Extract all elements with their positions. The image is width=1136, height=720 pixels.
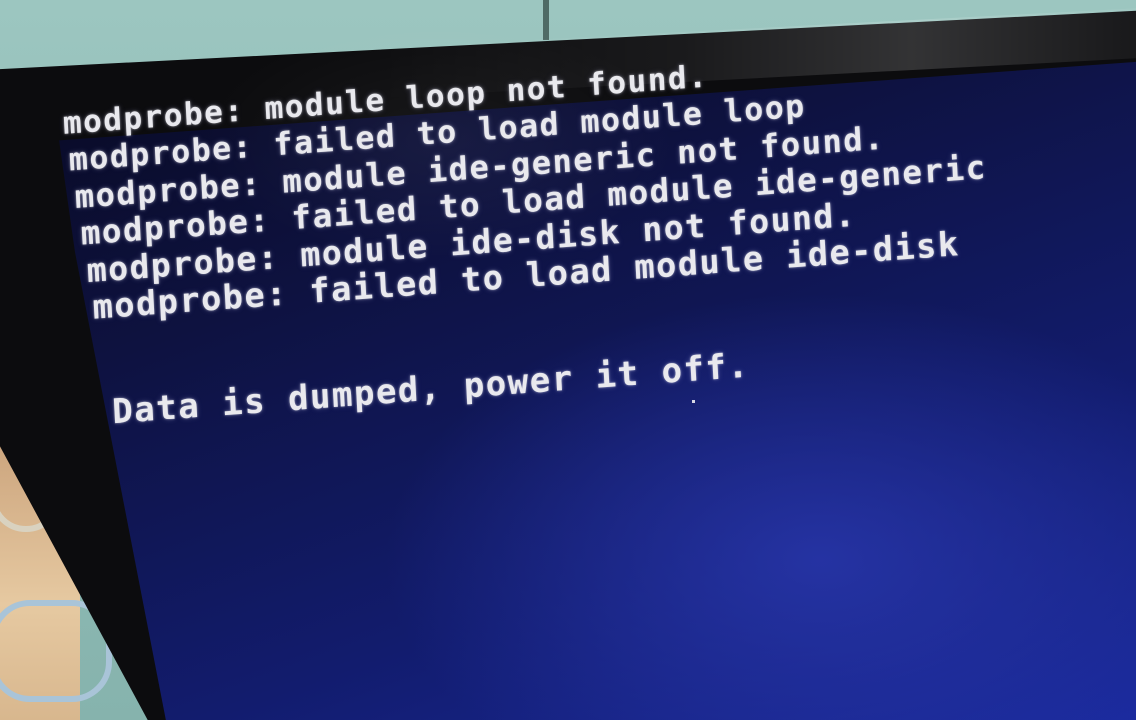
- photo-scene: modprobe: module loop not found. modprob…: [0, 0, 1136, 720]
- wall-seam: [543, 0, 549, 40]
- console-output: modprobe: module loop not found. modprob…: [62, 40, 988, 434]
- cursor-dot: [692, 400, 695, 403]
